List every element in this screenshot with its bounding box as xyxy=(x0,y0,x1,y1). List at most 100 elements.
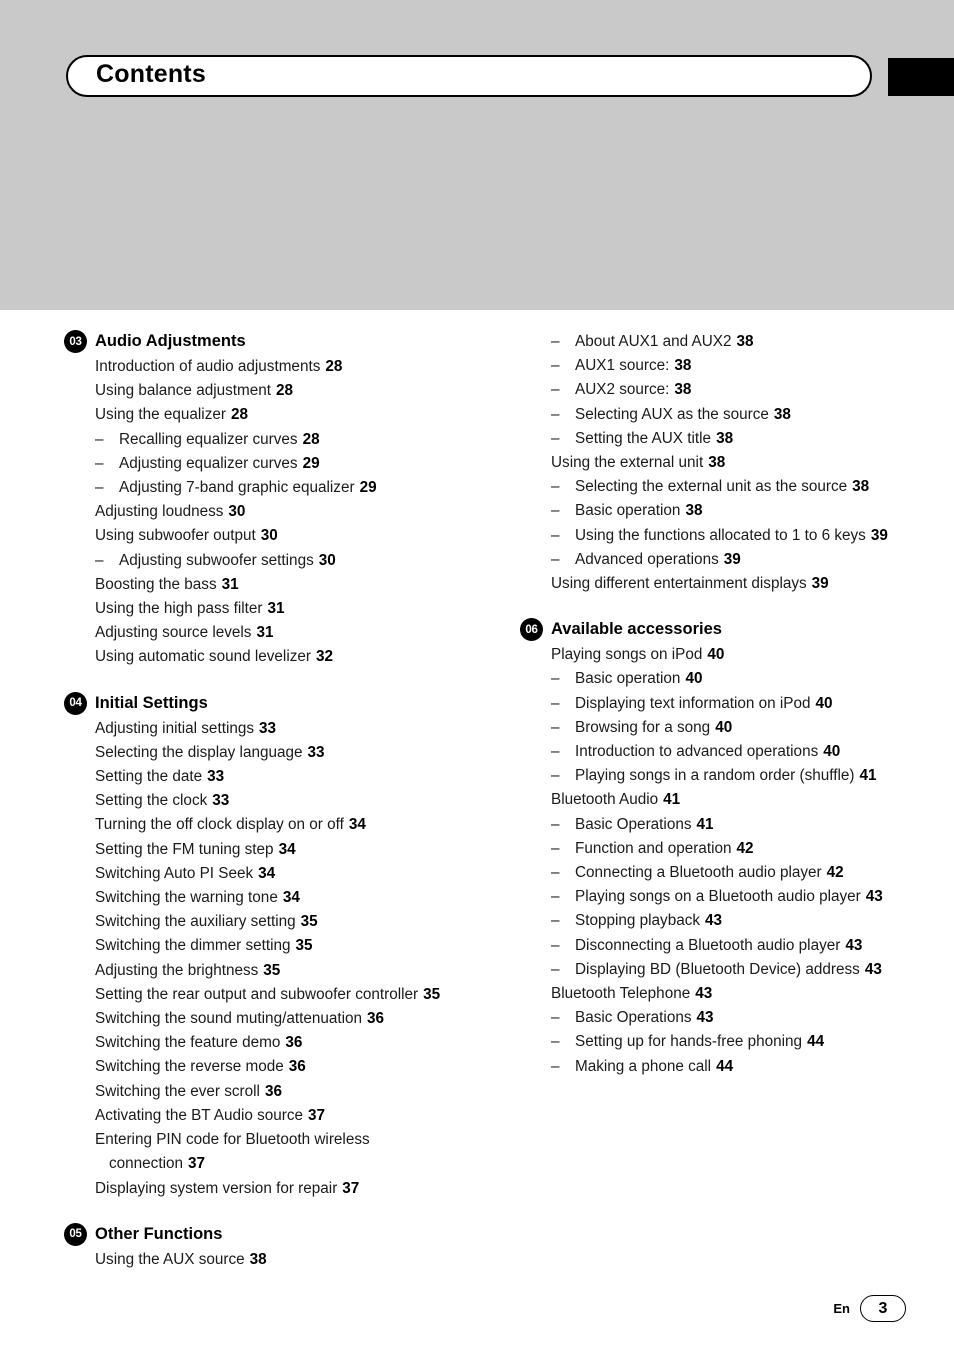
toc-entry[interactable]: – Making a phone call 44 xyxy=(520,1055,910,1079)
toc-entry-label: Adjusting source levels xyxy=(95,624,252,642)
toc-entry[interactable]: Switching the dimmer setting 35 xyxy=(64,934,454,958)
toc-entry-label: Displaying BD (Bluetooth Device) address xyxy=(575,960,860,978)
toc-entry[interactable]: – Selecting the external unit as the sour… xyxy=(520,475,910,499)
toc-entry[interactable]: – Basic operation 38 xyxy=(520,499,910,523)
toc-entry[interactable]: – About AUX1 and AUX2 38 xyxy=(520,330,910,354)
toc-entry[interactable]: Activating the BT Audio source 37 xyxy=(64,1104,454,1128)
dash-icon: – xyxy=(551,1057,560,1075)
toc-entry[interactable]: Setting the date 33 xyxy=(64,765,454,789)
toc-entry[interactable]: – Introduction to advanced operations 40 xyxy=(520,740,910,764)
toc-entry[interactable]: Switching the auxiliary setting 35 xyxy=(64,910,454,934)
toc-entry[interactable]: – Adjusting subwoofer settings 30 xyxy=(64,549,454,573)
toc-entry-label: Turning the off clock display on or off xyxy=(95,816,344,834)
toc-entry[interactable]: Using different entertainment displays 39 xyxy=(520,572,910,596)
toc-entry-page: 34 xyxy=(282,889,300,907)
toc-entry[interactable]: Switching the ever scroll 36 xyxy=(64,1080,454,1104)
toc-entry-page: 38 xyxy=(674,381,692,399)
toc-entry[interactable]: Boosting the bass 31 xyxy=(64,573,454,597)
toc-entry[interactable]: – Adjusting 7-band graphic equalizer 29 xyxy=(64,476,454,500)
toc-entry-page: 44 xyxy=(807,1033,825,1051)
toc-entry[interactable]: Using automatic sound levelizer 32 xyxy=(64,645,454,669)
toc-entry[interactable]: Introduction of audio adjustments 28 xyxy=(64,355,454,379)
toc-entry-content: Activating the BT Audio source 37 xyxy=(95,1104,454,1128)
toc-entry[interactable]: Setting the rear output and subwoofer co… xyxy=(64,983,454,1007)
toc-entry-page: 37 xyxy=(188,1155,206,1173)
toc-entry-page: 44 xyxy=(716,1057,734,1075)
toc-entry-content: – Basic operation 40 xyxy=(551,667,910,691)
toc-entry[interactable]: – AUX2 source: 38 xyxy=(520,378,910,402)
toc-entry[interactable]: – Connecting a Bluetooth audio player 42 xyxy=(520,861,910,885)
toc-entry[interactable]: Adjusting the brightness 35 xyxy=(64,959,454,983)
toc-entry[interactable]: – AUX1 source: 38 xyxy=(520,354,910,378)
toc-entry-content: Boosting the bass 31 xyxy=(95,573,454,597)
dash-icon: – xyxy=(551,912,560,930)
toc-entry-content: Using the external unit 38 xyxy=(551,451,910,475)
toc-entry[interactable]: Selecting the display language 33 xyxy=(64,741,454,765)
toc-entry[interactable]: – Playing songs in a random order (shuffl… xyxy=(520,764,910,788)
dash-icon: – xyxy=(95,551,104,569)
toc-entry[interactable]: – Using the functions allocated to 1 to 6… xyxy=(520,524,910,548)
toc-entry[interactable]: Switching Auto PI Seek 34 xyxy=(64,862,454,886)
toc-entry[interactable]: Setting the FM tuning step 34 xyxy=(64,838,454,862)
toc-entry[interactable]: Adjusting loudness 30 xyxy=(64,500,454,524)
toc-entry[interactable]: – Function and operation 42 xyxy=(520,837,910,861)
toc-entry[interactable]: – Disconnecting a Bluetooth audio player 4… xyxy=(520,934,910,958)
toc-entry[interactable]: – Setting the AUX title 38 xyxy=(520,427,910,451)
toc-entry-content: Using different entertainment displays 39 xyxy=(551,572,910,596)
toc-entry[interactable]: – Playing songs on a Bluetooth audio play… xyxy=(520,885,910,909)
toc-entry-page: 35 xyxy=(300,913,318,931)
toc-entry[interactable]: – Recalling equalizer curves 28 xyxy=(64,428,454,452)
toc-entry[interactable]: – Browsing for a song 40 xyxy=(520,716,910,740)
toc-entry[interactable]: Turning the off clock display on or off 3… xyxy=(64,813,454,837)
toc-entry-content: Adjusting loudness 30 xyxy=(95,500,454,524)
toc-entry[interactable]: Entering PIN code for Bluetooth wireless… xyxy=(64,1128,454,1176)
toc-entry[interactable]: – Adjusting equalizer curves 29 xyxy=(64,452,454,476)
toc-entry[interactable]: – Basic Operations 41 xyxy=(520,813,910,837)
toc-entry[interactable]: – Setting up for hands-free phoning 44 xyxy=(520,1030,910,1054)
toc-entry-label: Using the external unit xyxy=(551,454,704,472)
toc-entry[interactable]: Bluetooth Audio 41 xyxy=(520,788,910,812)
toc-entry-content: – Basic Operations 43 xyxy=(551,1006,910,1030)
toc-entry[interactable]: Using the high pass filter 31 xyxy=(64,597,454,621)
toc-entry[interactable]: – Basic operation 40 xyxy=(520,667,910,691)
toc-entry-label: Switching the feature demo xyxy=(95,1034,281,1052)
chapter-heading: 04 Initial Settings xyxy=(64,691,454,715)
toc-entry[interactable]: – Stopping playback 43 xyxy=(520,909,910,933)
toc-entry-label: Browsing for a song xyxy=(575,718,711,736)
toc-entry-content: Bluetooth Audio 41 xyxy=(551,788,910,812)
toc-entry[interactable]: Using balance adjustment 28 xyxy=(64,379,454,403)
toc-entry[interactable]: Using the external unit 38 xyxy=(520,451,910,475)
chapter-title: Available accessories xyxy=(551,620,722,639)
toc-entry[interactable]: Displaying system version for repair 37 xyxy=(64,1177,454,1201)
footer-page-number: 3 xyxy=(860,1295,906,1322)
toc-entry[interactable]: Using the AUX source 38 xyxy=(64,1248,454,1272)
toc-entry[interactable]: Playing songs on iPod 40 xyxy=(520,643,910,667)
toc-entry-label: Basic Operations xyxy=(575,1009,692,1027)
toc-entry[interactable]: – Selecting AUX as the source 38 xyxy=(520,403,910,427)
toc-entry[interactable]: Switching the warning tone 34 xyxy=(64,886,454,910)
toc-entry-content: – Adjusting 7-band graphic equalizer 29 xyxy=(95,476,454,500)
toc-entry-label: Selecting AUX as the source xyxy=(575,405,769,423)
dash-icon: – xyxy=(551,405,560,423)
toc-entry[interactable]: Setting the clock 33 xyxy=(64,789,454,813)
toc-entry-label: Playing songs in a random order (shuffle… xyxy=(575,767,855,785)
toc-entry-page: 40 xyxy=(823,743,841,761)
dash-icon: – xyxy=(551,936,560,954)
dash-icon: – xyxy=(95,479,104,497)
dash-icon: – xyxy=(551,960,560,978)
toc-entry[interactable]: Using the equalizer 28 xyxy=(64,403,454,427)
toc-entry[interactable]: Using subwoofer output 30 xyxy=(64,524,454,548)
toc-entry[interactable]: Adjusting source levels 31 xyxy=(64,621,454,645)
toc-entry[interactable]: – Basic Operations 43 xyxy=(520,1006,910,1030)
toc-entry-label: Using balance adjustment xyxy=(95,382,272,400)
toc-entry[interactable]: Bluetooth Telephone 43 xyxy=(520,982,910,1006)
toc-entry[interactable]: Adjusting initial settings 33 xyxy=(64,717,454,741)
toc-entry[interactable]: Switching the sound muting/attenuation 36 xyxy=(64,1007,454,1031)
chapter-heading: 06 Available accessories xyxy=(520,618,910,642)
dash-icon: – xyxy=(95,454,104,472)
toc-entry[interactable]: – Advanced operations 39 xyxy=(520,548,910,572)
toc-entry[interactable]: Switching the feature demo 36 xyxy=(64,1031,454,1055)
toc-entry[interactable]: – Displaying BD (Bluetooth Device) addres… xyxy=(520,958,910,982)
toc-entry[interactable]: – Displaying text information on iPod 40 xyxy=(520,692,910,716)
toc-entry[interactable]: Switching the reverse mode 36 xyxy=(64,1055,454,1079)
